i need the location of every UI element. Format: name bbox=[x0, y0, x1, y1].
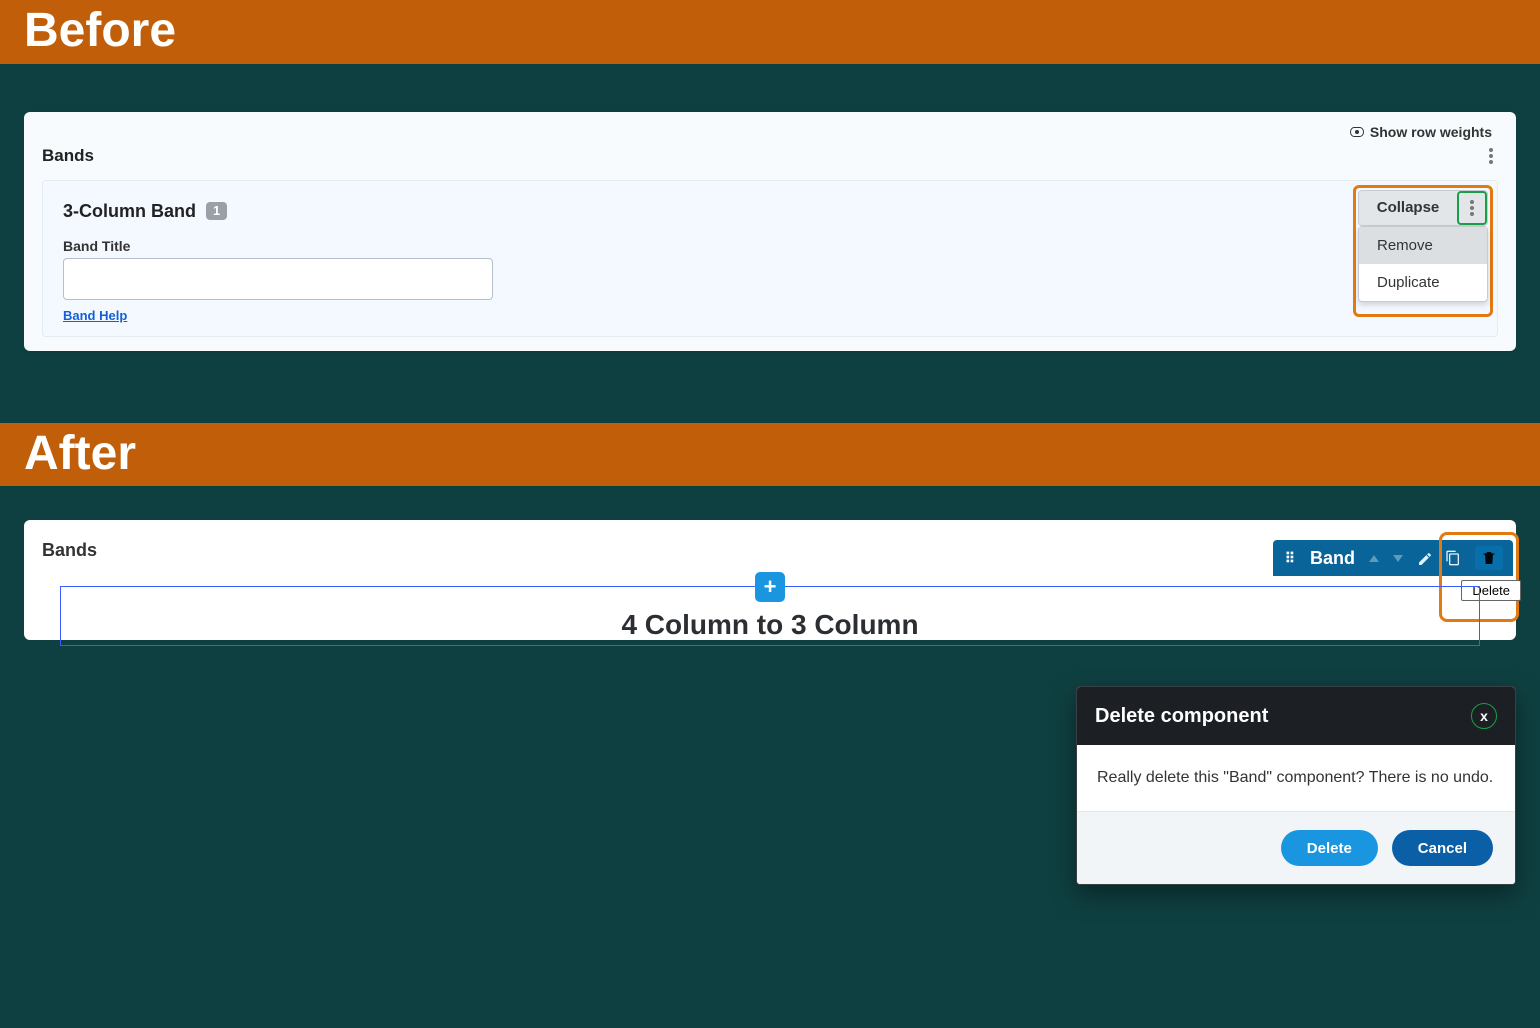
before-highlight-box: Collapse Remove Duplicate bbox=[1353, 185, 1493, 317]
drag-handle-icon[interactable]: ⠿ bbox=[1285, 550, 1296, 567]
collapse-button[interactable]: Collapse bbox=[1358, 190, 1488, 226]
band-content-title: 4 Column to 3 Column bbox=[61, 609, 1479, 641]
after-heading-band: After bbox=[0, 423, 1540, 487]
band-card-title-row: 3-Column Band 1 bbox=[63, 197, 1477, 238]
dropdown-item-remove[interactable]: Remove bbox=[1359, 227, 1487, 264]
before-heading: Before bbox=[24, 0, 1516, 64]
delete-button[interactable] bbox=[1475, 546, 1503, 570]
collapse-menu-trigger[interactable] bbox=[1457, 191, 1487, 225]
duplicate-icon[interactable] bbox=[1445, 550, 1461, 566]
show-row-weights-toggle[interactable]: Show row weights bbox=[42, 124, 1498, 140]
band-help-link[interactable]: Band Help bbox=[63, 308, 127, 323]
dialog-header: Delete component x bbox=[1077, 687, 1515, 745]
overflow-menu-icon[interactable] bbox=[1484, 148, 1498, 164]
band-title-label: Band Title bbox=[63, 238, 1477, 254]
row-weights-label: Show row weights bbox=[1370, 124, 1492, 140]
dialog-footer: Delete Cancel bbox=[1077, 812, 1515, 884]
move-up-icon[interactable] bbox=[1369, 555, 1379, 562]
bands-heading: Bands bbox=[42, 146, 94, 166]
edit-icon[interactable] bbox=[1417, 551, 1431, 565]
dropdown-item-duplicate[interactable]: Duplicate bbox=[1359, 264, 1487, 301]
toolbar-band-name: Band bbox=[1310, 548, 1355, 569]
band-card: 3-Column Band 1 Band Title Band Help Col… bbox=[42, 180, 1498, 337]
after-heading: After bbox=[24, 423, 1516, 487]
band-index-badge: 1 bbox=[206, 202, 227, 220]
move-down-icon[interactable] bbox=[1393, 555, 1403, 562]
band-title-input[interactable] bbox=[63, 258, 493, 300]
after-bands-panel: Bands ⠿ Band Delete + 4 Column to 3 Colu… bbox=[24, 520, 1516, 640]
delete-dialog: Delete component x Really delete this "B… bbox=[1076, 686, 1516, 885]
dialog-title: Delete component bbox=[1095, 705, 1268, 728]
before-heading-band: Before bbox=[0, 0, 1540, 64]
add-component-button[interactable]: + bbox=[755, 572, 785, 602]
band-actions-dropdown: Remove Duplicate bbox=[1358, 226, 1488, 302]
band-card-title: 3-Column Band bbox=[63, 201, 196, 222]
kebab-icon bbox=[1465, 200, 1479, 216]
band-toolbar: ⠿ Band bbox=[1273, 540, 1513, 576]
eye-icon bbox=[1350, 127, 1364, 137]
bands-panel: Show row weights Bands 3-Column Band 1 B… bbox=[24, 112, 1516, 351]
dialog-cancel-button[interactable]: Cancel bbox=[1392, 830, 1493, 866]
before-section: Show row weights Bands 3-Column Band 1 B… bbox=[0, 64, 1540, 423]
after-section: Bands ⠿ Band Delete + 4 Column to 3 Colu… bbox=[0, 486, 1540, 640]
collapse-button-label: Collapse bbox=[1359, 199, 1457, 216]
bands-heading-row: Bands bbox=[42, 140, 1498, 180]
dialog-close-button[interactable]: x bbox=[1471, 703, 1497, 729]
dialog-body: Really delete this "Band" component? The… bbox=[1077, 745, 1515, 812]
band-outline: + 4 Column to 3 Column bbox=[60, 586, 1480, 646]
dialog-delete-button[interactable]: Delete bbox=[1281, 830, 1378, 866]
